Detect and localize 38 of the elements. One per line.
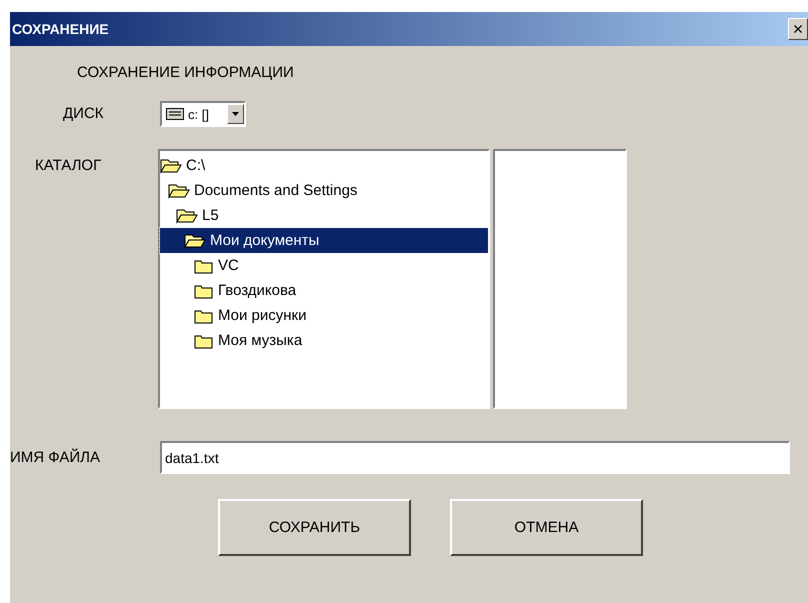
dropdown-button[interactable] [227, 104, 244, 124]
open-folder-icon [160, 158, 182, 174]
tree-item[interactable]: Гвоздикова [160, 278, 488, 303]
tree-item[interactable]: Мои рисунки [160, 303, 488, 328]
drive-icon [166, 108, 184, 120]
folder-icon [192, 258, 214, 274]
tree-item[interactable]: L5 [160, 203, 488, 228]
tree-item[interactable]: VC [160, 253, 488, 278]
open-folder-icon [184, 232, 206, 248]
window-title: СОХРАНЕНИЕ [12, 21, 109, 37]
filename-label: ИМЯ ФАЙЛА [10, 449, 101, 466]
save-button[interactable]: СОХРАНИТЬ [218, 499, 411, 556]
close-button[interactable]: × [788, 18, 808, 40]
folder-icon [192, 282, 214, 298]
folder-name: Моя музыка [218, 332, 302, 349]
tree-item[interactable]: Мои документы [160, 228, 488, 253]
tree-item[interactable]: Documents and Settings [160, 178, 488, 203]
folder-name: L5 [202, 207, 219, 224]
filename-field[interactable]: data1.txt [160, 441, 790, 474]
folder-name: Documents and Settings [194, 182, 358, 199]
open-folder-icon [176, 208, 198, 224]
cancel-button[interactable]: ОТМЕНА [450, 499, 643, 556]
catalog-label: КАТАЛОГ [35, 156, 102, 174]
drive-label: ДИСК [63, 104, 105, 122]
folder-name: Мои документы [210, 232, 320, 249]
folder-icon [192, 332, 214, 348]
tree-item[interactable]: Моя музыка [160, 328, 488, 353]
tree-item[interactable]: C:\ [160, 153, 488, 178]
folder-name: Мои рисунки [218, 307, 306, 324]
folder-name: Гвоздикова [218, 282, 296, 299]
folder-name: VC [218, 257, 239, 274]
drive-value: c: [] [188, 106, 209, 122]
folder-name: C:\ [186, 157, 206, 174]
caret-icon [232, 112, 239, 116]
folder-icon [192, 308, 214, 324]
dialog-heading: СОХРАНЕНИЕ ИНФОРМАЦИИ [77, 64, 295, 81]
drive-dropdown[interactable]: c: [] [160, 101, 246, 127]
open-folder-icon [168, 182, 190, 198]
